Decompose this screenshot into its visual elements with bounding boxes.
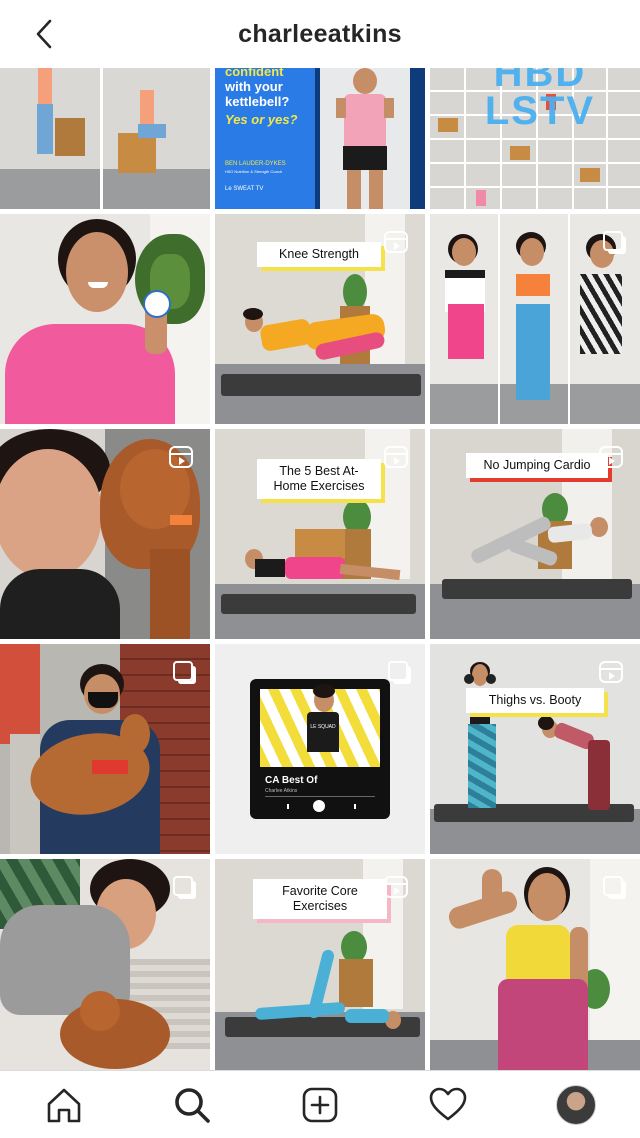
reel-icon <box>169 446 193 468</box>
carousel-icon <box>603 231 623 251</box>
tile-label: Favorite Core Exercises <box>253 879 387 919</box>
new-post-button[interactable] <box>298 1083 342 1127</box>
tile-label: No Jumping Cardio <box>466 453 608 478</box>
search-button[interactable] <box>170 1083 214 1127</box>
tile-label: Knee Strength <box>257 242 381 267</box>
play-icon <box>313 800 325 812</box>
posts-grid: confident with your kettlebell? Yes or y… <box>0 68 640 1070</box>
reel-icon <box>599 446 623 468</box>
profile-header: charleeatkins <box>0 0 640 68</box>
carousel-icon <box>603 876 623 896</box>
grid-tile-7[interactable] <box>0 429 210 639</box>
tile-text-line: kettlebell? <box>225 94 290 109</box>
shirt-text: LE SQUAD <box>310 724 336 730</box>
new-post-icon <box>302 1087 338 1122</box>
reel-icon <box>384 231 408 253</box>
tile-text-line: Yes or yes? <box>225 112 298 127</box>
home-icon <box>47 1088 81 1122</box>
grid-tile-1[interactable] <box>0 68 210 209</box>
grid-tile-11[interactable]: LE SQUAD CA Best Of Charlee Atkins <box>215 644 425 854</box>
activity-button[interactable] <box>426 1083 470 1127</box>
next-icon <box>349 804 356 809</box>
tile-overlay-text: HBD LSTV <box>484 68 596 133</box>
search-icon <box>175 1087 210 1123</box>
grid-tile-8[interactable]: The 5 Best At-Home Exercises <box>215 429 425 639</box>
tile-text-line: confident <box>225 68 284 79</box>
coach-name: BEN LAUDER-DYKES <box>225 161 286 167</box>
activity-heart-icon <box>429 1087 467 1120</box>
brand-logo: Le SWEAT TV <box>225 186 264 192</box>
grid-tile-6[interactable] <box>430 214 640 424</box>
coach-role: HIIO Nutrition & Strength Coach <box>225 169 282 174</box>
previous-icon <box>287 804 294 809</box>
reel-icon <box>599 661 623 683</box>
album-subtitle: Charlee Atkins <box>265 788 298 794</box>
profile-button[interactable] <box>554 1083 598 1127</box>
reel-icon <box>384 876 408 898</box>
reel-icon <box>384 446 408 468</box>
bottom-navigation <box>0 1070 640 1138</box>
carousel-icon <box>173 876 193 896</box>
carousel-icon <box>173 661 193 681</box>
grid-tile-15[interactable] <box>430 859 640 1070</box>
grid-tile-5[interactable]: Knee Strength <box>215 214 425 424</box>
grid-tile-12[interactable]: Thighs vs. Booty <box>430 644 640 854</box>
album-title: CA Best Of <box>265 775 318 786</box>
grid-tile-3[interactable]: HBD LSTV <box>430 68 640 209</box>
grid-tile-14[interactable]: Favorite Core Exercises <box>215 859 425 1070</box>
grid-tile-2[interactable]: confident with your kettlebell? Yes or y… <box>215 68 425 209</box>
tile-label: Thighs vs. Booty <box>466 688 604 713</box>
chevron-left-icon[interactable] <box>28 18 60 50</box>
profile-avatar <box>556 1084 596 1125</box>
page-title: charleeatkins <box>238 19 402 48</box>
tile-text-line: with your <box>225 79 283 94</box>
home-button[interactable] <box>42 1083 86 1127</box>
grid-tile-4[interactable] <box>0 214 210 424</box>
tile-label: The 5 Best At-Home Exercises <box>257 459 381 499</box>
grid-tile-10[interactable] <box>0 644 210 854</box>
carousel-icon <box>388 661 408 681</box>
grid-tile-9[interactable]: No Jumping Cardio <box>430 429 640 639</box>
grid-tile-13[interactable] <box>0 859 210 1070</box>
